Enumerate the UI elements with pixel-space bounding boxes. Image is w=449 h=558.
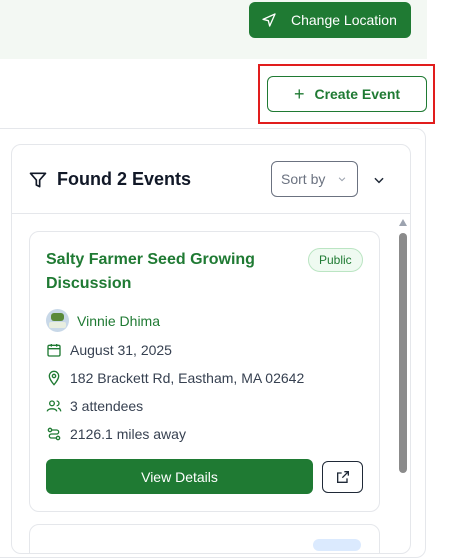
event-distance: 2126.1 miles away [46, 426, 186, 442]
plus-icon: + [293, 84, 305, 104]
map-pin-icon [48, 370, 60, 386]
scrollbar-thumb[interactable] [399, 233, 407, 473]
calendar-icon [47, 344, 61, 357]
event-address-text: 182 Brackett Rd, Eastham, MA 02642 [70, 370, 305, 386]
visibility-badge [313, 539, 361, 551]
scrollbar[interactable] [398, 219, 408, 553]
event-card [29, 524, 380, 553]
event-host[interactable]: Vinnie Dhima [46, 309, 160, 332]
events-panel-header: Found 2 Events Sort by [12, 145, 410, 214]
event-title[interactable]: Salty Farmer Seed Growing Discussion [46, 248, 296, 296]
event-date: August 31, 2025 [46, 342, 172, 358]
users-icon [46, 400, 62, 412]
create-event-label: Create Event [314, 86, 401, 102]
create-event-button[interactable]: + Create Event [267, 76, 427, 112]
host-name[interactable]: Vinnie Dhima [77, 313, 160, 329]
event-location: 182 Brackett Rd, Eastham, MA 02642 [46, 370, 304, 386]
event-attendees: 3 attendees [46, 398, 143, 414]
avatar [46, 309, 69, 332]
change-location-button[interactable]: Change Location [249, 2, 411, 38]
chevron-down-icon [338, 177, 346, 182]
collapse-chevron-icon[interactable] [372, 173, 386, 187]
event-attendees-text: 3 attendees [70, 398, 144, 414]
route-icon [47, 427, 61, 441]
event-date-text: August 31, 2025 [70, 342, 172, 358]
change-location-label: Change Location [291, 12, 397, 28]
events-panel: Found 2 Events Sort by Salty Farmer Seed… [11, 144, 411, 554]
visibility-badge: Public [308, 248, 363, 272]
navigation-arrow-icon [262, 13, 276, 27]
found-events-title: Found 2 Events [57, 169, 192, 189]
filter-icon[interactable] [28, 170, 48, 190]
view-details-button[interactable]: View Details [46, 459, 313, 494]
sort-select[interactable]: Sort by [271, 161, 358, 197]
scroll-up-arrow-icon[interactable] [399, 219, 407, 226]
open-external-button[interactable] [322, 461, 363, 493]
event-distance-text: 2126.1 miles away [70, 426, 186, 442]
event-card: Salty Farmer Seed Growing Discussion Pub… [29, 231, 380, 512]
external-link-icon [336, 471, 349, 483]
sort-placeholder: Sort by [281, 171, 326, 187]
